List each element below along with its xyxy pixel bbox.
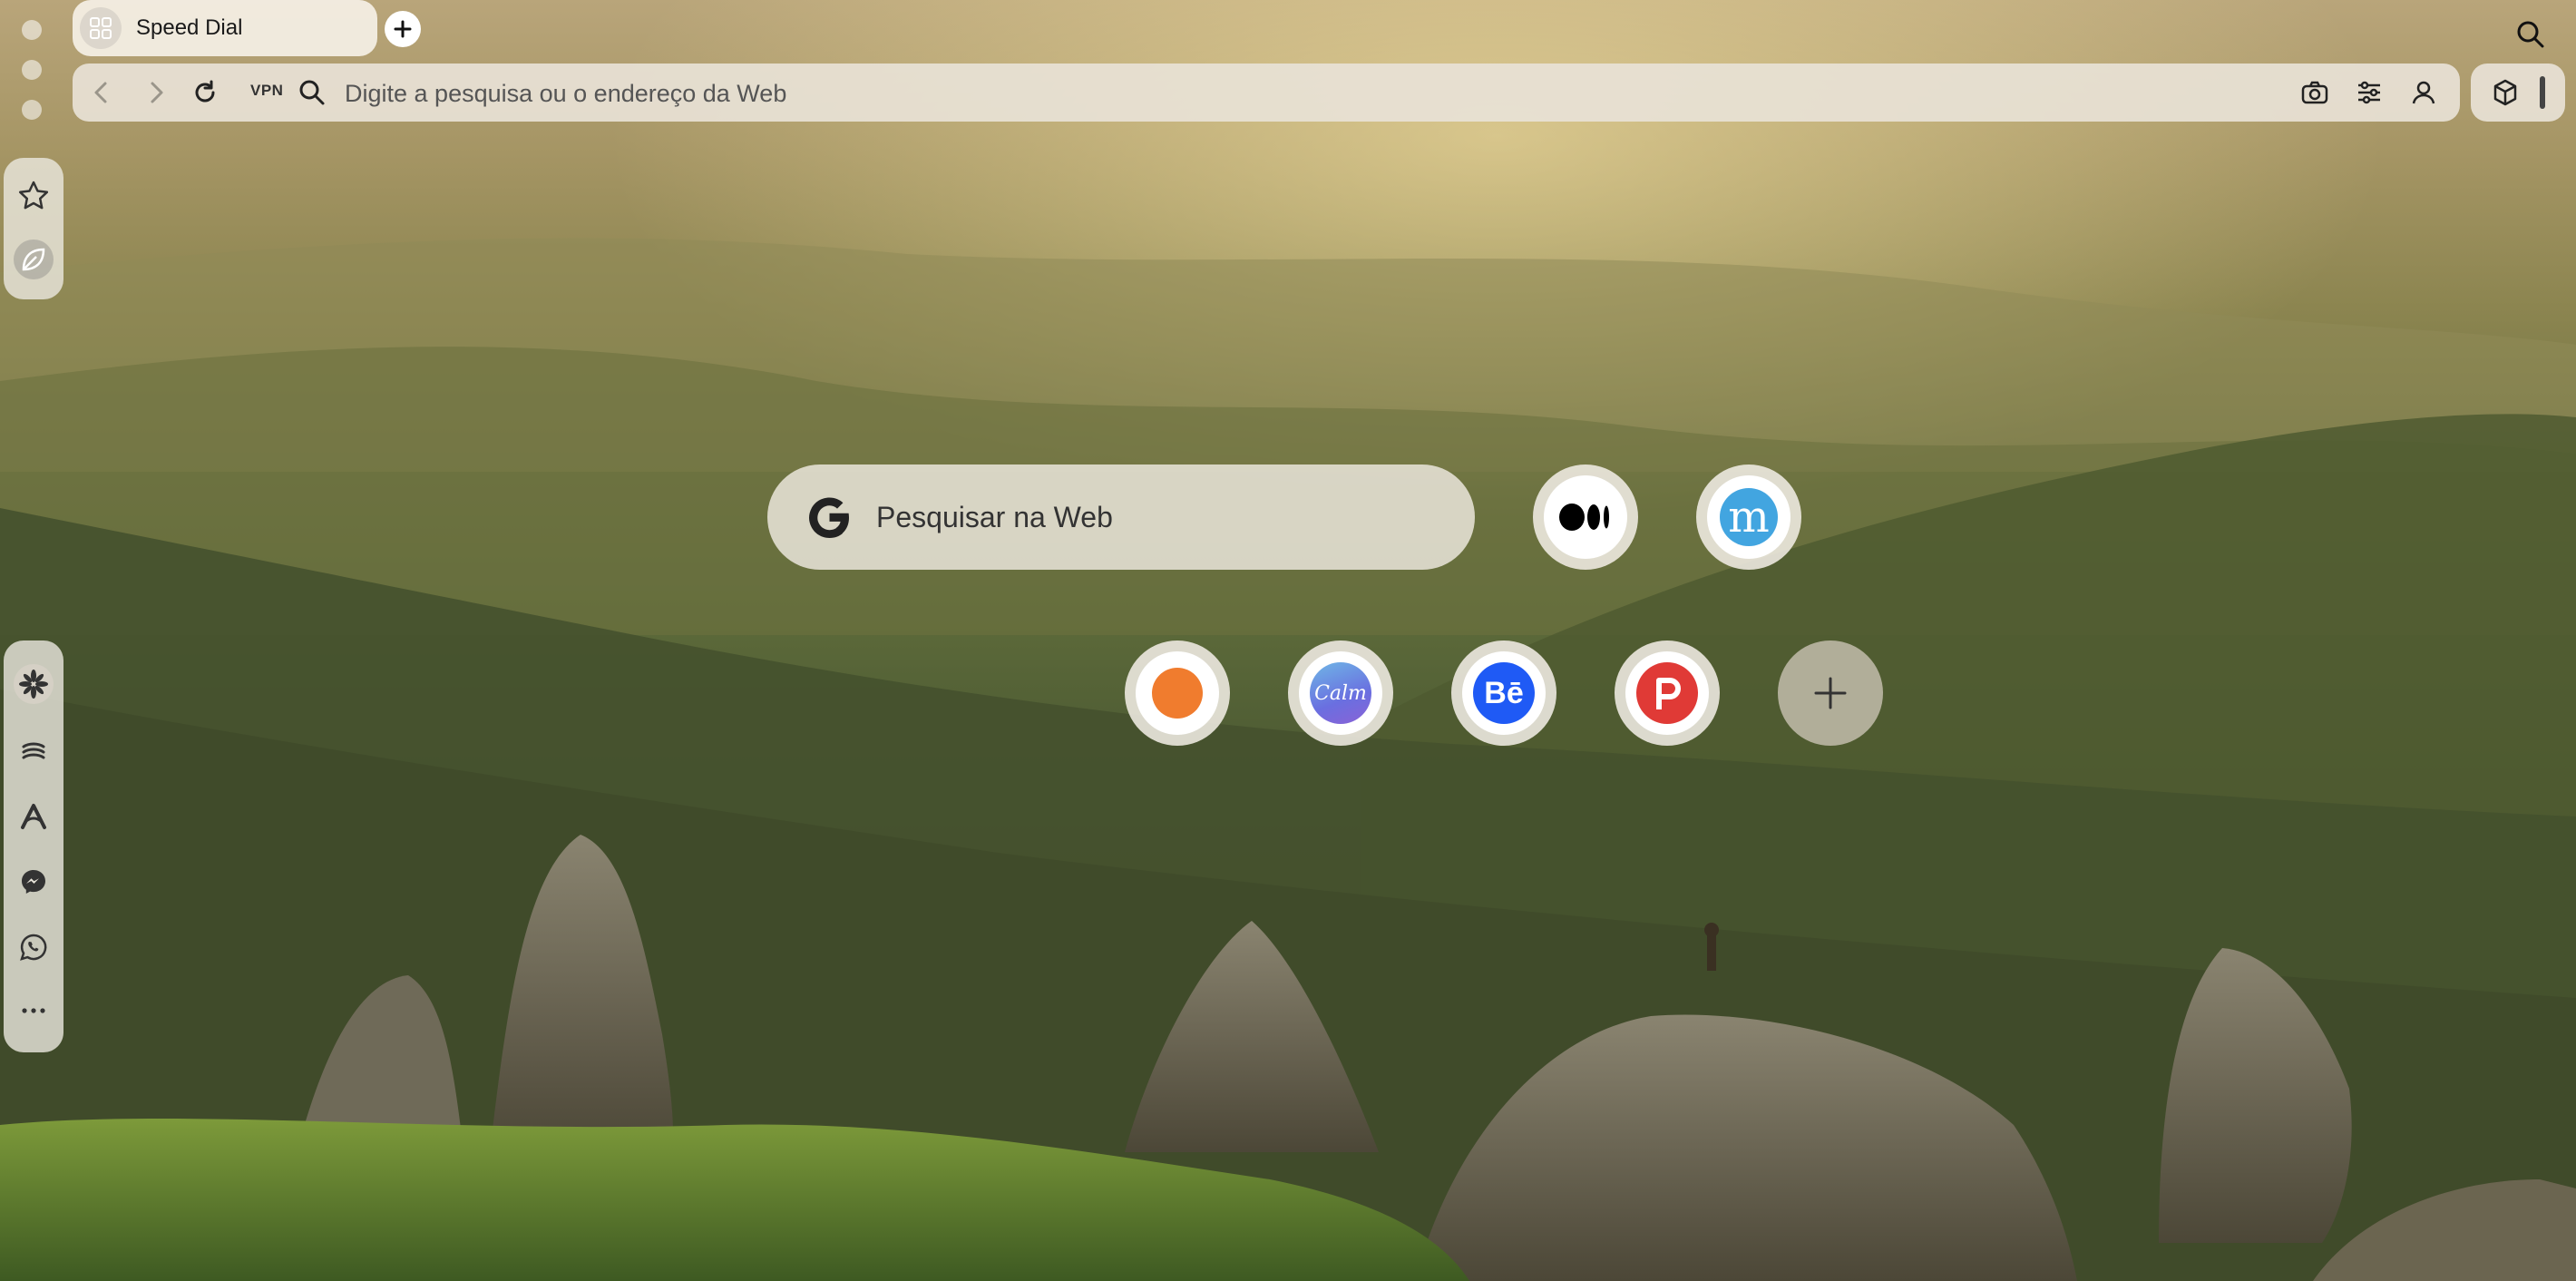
more-icon[interactable]: [14, 991, 54, 1031]
bookmarks-star-icon[interactable]: [14, 176, 54, 216]
m-logo-icon: m: [1720, 488, 1778, 546]
speed-dial-medium[interactable]: [1533, 464, 1638, 570]
browser-window: Speed Dial VPN Digite a pesquisa ou o en…: [0, 0, 2576, 1281]
search-icon: [299, 80, 325, 105]
layers-icon[interactable]: [14, 731, 54, 771]
window-minimize-dot[interactable]: [22, 60, 42, 80]
web-search-box[interactable]: Pesquisar na Web: [767, 464, 1475, 570]
speed-dial-behance[interactable]: Bē: [1451, 640, 1556, 746]
behance-logo-icon: Bē: [1473, 662, 1535, 724]
calm-logo-icon: Calm: [1310, 662, 1371, 724]
tab-title: Speed Dial: [136, 15, 243, 40]
back-icon[interactable]: [85, 76, 118, 109]
new-tab-button[interactable]: [385, 11, 421, 47]
leaf-icon[interactable]: [14, 240, 54, 279]
speed-dial-calm[interactable]: Calm: [1288, 640, 1393, 746]
product-hunt-logo-icon: [1636, 662, 1698, 724]
speed-dial-m[interactable]: m: [1696, 464, 1801, 570]
camera-icon[interactable]: [2298, 76, 2331, 109]
sidebar-apps-panel: [4, 640, 63, 1052]
medium-logo-icon: [1544, 475, 1627, 559]
address-bar: VPN: [73, 64, 2460, 122]
whatsapp-icon[interactable]: [14, 927, 54, 967]
orange-circle-icon: [1152, 668, 1203, 719]
speed-dial-orange[interactable]: [1125, 640, 1230, 746]
tab-speed-dial[interactable]: Speed Dial: [73, 0, 377, 56]
profile-icon[interactable]: [2407, 76, 2440, 109]
google-logo-icon: [809, 497, 849, 538]
sidebar-top-panel: [4, 158, 63, 299]
aria-icon[interactable]: [14, 664, 54, 704]
tab-search-icon[interactable]: [2514, 18, 2547, 51]
easy-setup-icon[interactable]: [2353, 76, 2386, 109]
web-search-placeholder: Pesquisar na Web: [876, 501, 1113, 533]
arc-icon[interactable]: [14, 797, 54, 836]
forward-icon[interactable]: [140, 76, 172, 109]
speed-dial-product-hunt[interactable]: [1615, 640, 1720, 746]
plus-icon: [394, 20, 412, 38]
window-close-dot[interactable]: [22, 20, 42, 40]
landscape-wallpaper: [0, 238, 2576, 1281]
speed-dial-grid-icon: [80, 7, 122, 49]
address-input[interactable]: [343, 73, 1798, 114]
reload-icon[interactable]: [189, 76, 221, 109]
box-icon[interactable]: [2489, 76, 2522, 109]
sidebar-toggle-icon[interactable]: [2540, 76, 2545, 109]
extensions-area: [2471, 64, 2565, 122]
vpn-badge[interactable]: VPN: [250, 82, 283, 100]
window-maximize-dot[interactable]: [22, 100, 42, 120]
messenger-icon[interactable]: [14, 862, 54, 902]
plus-icon: [1814, 677, 1847, 709]
speed-dial-add-button[interactable]: [1778, 640, 1883, 746]
